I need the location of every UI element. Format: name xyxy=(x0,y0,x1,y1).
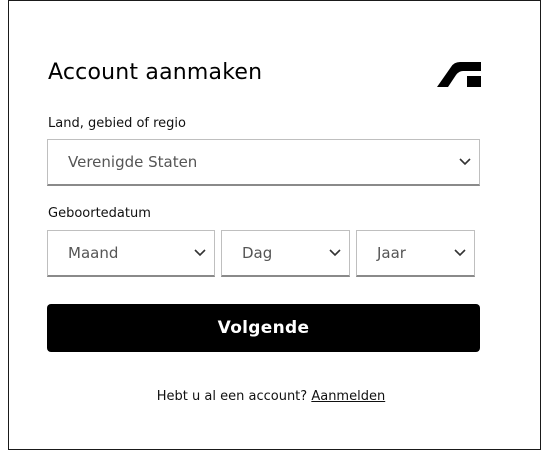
birth-day-select[interactable]: Dag xyxy=(221,230,350,277)
country-select[interactable]: Verenigde Staten xyxy=(47,139,480,186)
chevron-down-icon xyxy=(459,158,471,166)
autodesk-logo-icon xyxy=(437,62,481,87)
chevron-down-icon xyxy=(329,249,341,257)
signup-frame: Account aanmaken Land, gebied of regio V… xyxy=(0,0,542,450)
signin-prompt: Hebt u al een account? Aanmelden xyxy=(0,389,542,404)
page-title: Account aanmaken xyxy=(48,60,263,85)
chevron-down-icon xyxy=(194,249,206,257)
birth-day-value: Dag xyxy=(242,244,273,262)
birthdate-label: Geboortedatum xyxy=(48,206,151,221)
country-label: Land, gebied of regio xyxy=(48,116,186,131)
next-button[interactable]: Volgende xyxy=(47,304,480,352)
signin-prompt-text: Hebt u al een account? xyxy=(156,389,308,404)
country-select-value: Verenigde Staten xyxy=(68,153,198,171)
signin-link[interactable]: Aanmelden xyxy=(311,389,385,404)
chevron-down-icon xyxy=(454,249,466,257)
birth-month-select[interactable]: Maand xyxy=(47,230,215,277)
birth-year-value: Jaar xyxy=(377,244,406,262)
birth-month-value: Maand xyxy=(68,244,119,262)
birth-year-select[interactable]: Jaar xyxy=(356,230,475,277)
